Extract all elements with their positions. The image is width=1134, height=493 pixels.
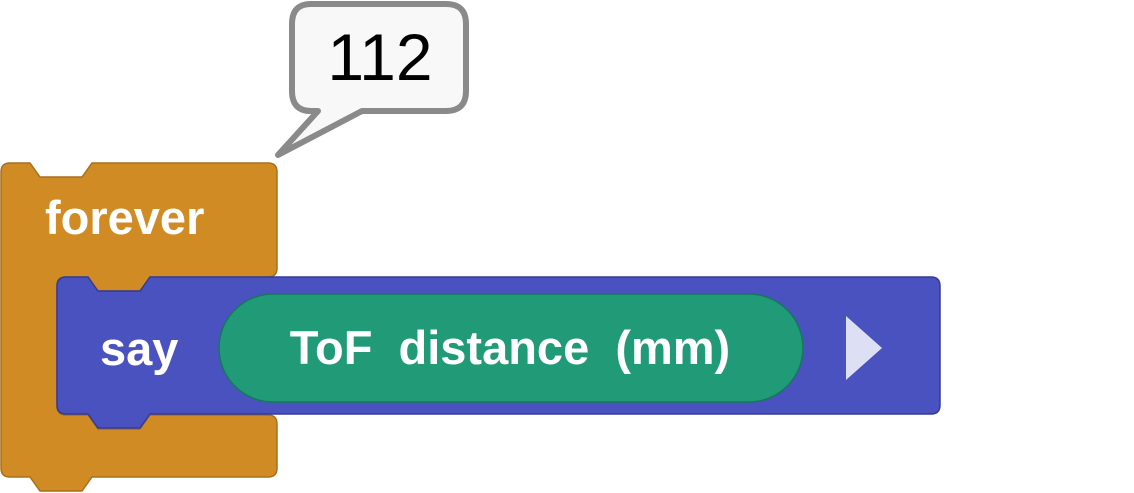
speech-bubble-text: 112 <box>327 20 432 94</box>
forever-block-label: forever <box>45 191 204 244</box>
say-block[interactable]: say ToF distance (mm) <box>56 276 941 429</box>
tof-distance-reporter-label: ToF distance (mm) <box>290 321 730 374</box>
say-block-label: say <box>100 322 178 375</box>
speech-bubble: 112 <box>275 1 469 158</box>
tof-distance-reporter[interactable]: ToF distance (mm) <box>218 293 804 403</box>
block-workspace: 112 forever say ToF distance (mm) <box>0 1 941 492</box>
